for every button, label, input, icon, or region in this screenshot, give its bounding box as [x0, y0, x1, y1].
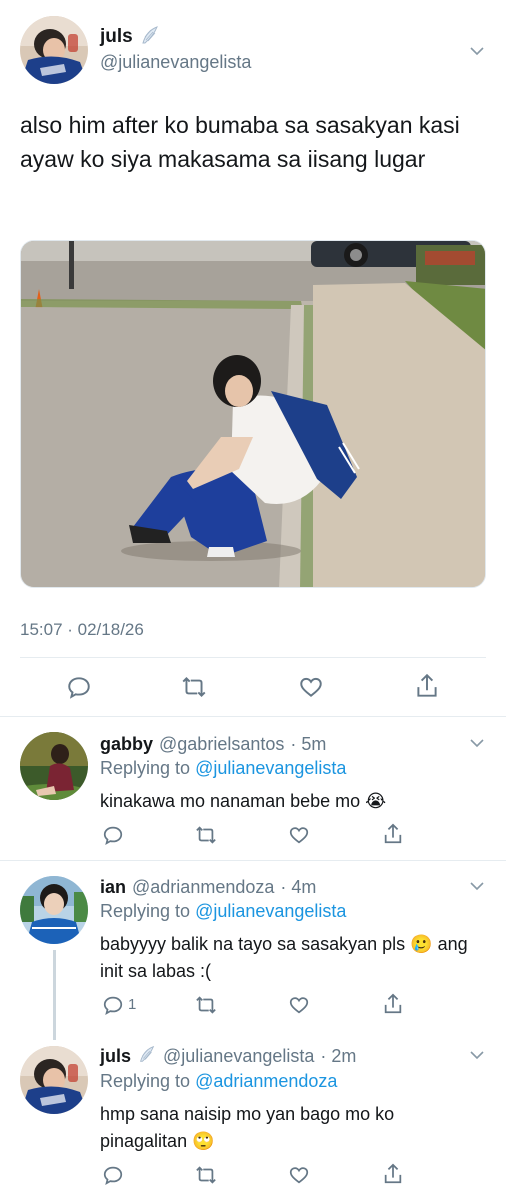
reply-text: babyyyy balik na tayo sa sasakyan pls 🥲 … [100, 934, 468, 981]
reply-text: hmp sana naisip mo yan bago mo ko pinaga… [100, 1104, 395, 1151]
like-icon[interactable] [288, 1164, 310, 1191]
retweet-icon[interactable] [194, 824, 218, 851]
like-icon[interactable] [288, 824, 310, 851]
like-icon[interactable] [288, 994, 310, 1021]
timestamp: 15:07 · 02/18/26 [20, 620, 144, 639]
reply-count: 1 [128, 996, 137, 1013]
divider [20, 657, 486, 658]
avatar[interactable] [20, 1046, 88, 1114]
chevron-down-icon[interactable] [468, 1046, 486, 1064]
handle[interactable]: @gabrielsantos [159, 734, 284, 755]
reply-icon[interactable] [66, 674, 92, 705]
tweet-text: also him after ko bumaba sa sasakyan kas… [20, 112, 460, 172]
retweet-icon[interactable] [194, 994, 218, 1021]
like-icon[interactable] [298, 674, 324, 705]
chevron-down-icon[interactable] [468, 734, 486, 752]
retweet-icon[interactable] [180, 674, 208, 705]
share-icon[interactable] [414, 672, 440, 705]
retweet-icon[interactable] [194, 1164, 218, 1191]
avatar[interactable] [20, 732, 88, 800]
chevron-down-icon[interactable] [468, 42, 486, 60]
reply-icon[interactable] [102, 994, 124, 1021]
replying-to-link[interactable]: @julianevangelista [195, 758, 346, 778]
display-name[interactable]: juls [100, 26, 133, 48]
replying-label: Replying to [100, 1071, 191, 1091]
display-name[interactable]: ian [100, 877, 126, 898]
divider [0, 860, 506, 861]
share-icon[interactable] [382, 1162, 404, 1191]
time[interactable]: · 2m [320, 1046, 356, 1067]
reply-icon[interactable] [102, 1164, 124, 1191]
display-name[interactable]: juls [100, 1046, 131, 1067]
wing-emoji-icon [139, 24, 161, 51]
thread-line [53, 950, 56, 1040]
handle[interactable]: @julianevangelista [163, 1046, 314, 1067]
handle[interactable]: @julianevangelista [100, 52, 251, 73]
share-icon[interactable] [382, 822, 404, 851]
time[interactable]: · 4m [280, 877, 316, 898]
share-icon[interactable] [382, 992, 404, 1021]
chevron-down-icon[interactable] [468, 877, 486, 895]
reply-text: kinakawa mo nanaman bebe mo 😭 [100, 791, 387, 811]
avatar[interactable] [20, 876, 88, 944]
handle[interactable]: @adrianmendoza [132, 877, 274, 898]
display-name[interactable]: gabby [100, 734, 153, 755]
tweet-photo[interactable] [20, 240, 486, 588]
replying-label: Replying to [100, 901, 191, 921]
reply-icon[interactable] [102, 824, 124, 851]
avatar[interactable] [20, 16, 88, 84]
replying-label: Replying to [100, 758, 191, 778]
time[interactable]: · 5m [290, 734, 326, 755]
replying-to-link[interactable]: @julianevangelista [195, 901, 346, 921]
divider [0, 716, 506, 717]
replying-to-link[interactable]: @adrianmendoza [195, 1071, 337, 1091]
wing-emoji-icon [137, 1044, 157, 1069]
